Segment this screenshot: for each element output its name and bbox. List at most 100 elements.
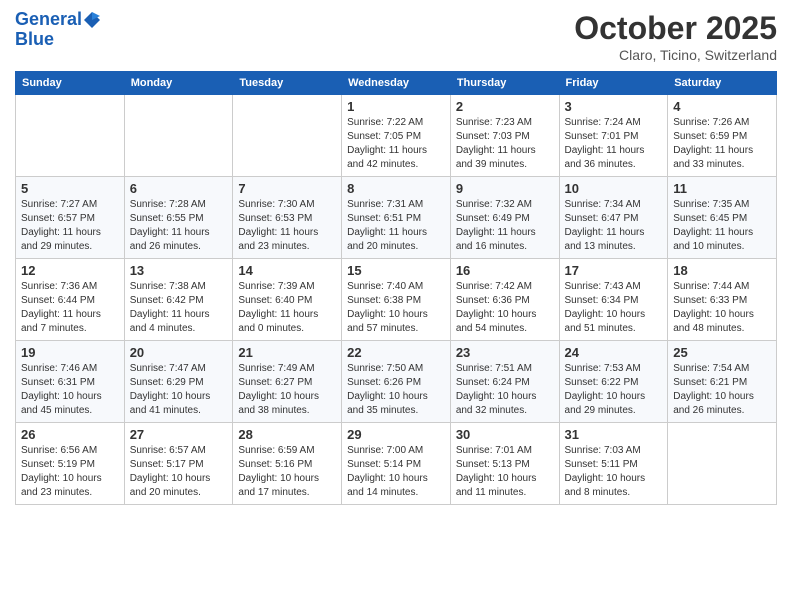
table-row: 12 Sunrise: 7:36 AM Sunset: 6:44 PM Dayli… [16, 259, 125, 341]
table-row: 1 Sunrise: 7:22 AM Sunset: 7:05 PM Daylig… [342, 95, 451, 177]
calendar-week-1: 5Sunrise: 7:27 AM Sunset: 6:57 PM Daylig… [16, 177, 777, 259]
table-row: 2Sunrise: 7:23 AM Sunset: 7:03 PM Daylig… [450, 95, 559, 177]
day-info: Sunrise: 7:28 AM Sunset: 6:55 PM Dayligh… [130, 198, 228, 254]
day-number: 5 [21, 181, 119, 196]
table-row: 19 Sunrise: 7:46 AM Sunset: 6:31 PM Dayli… [16, 341, 125, 423]
table-row: 26 Sunrise: 6:56 AM Sunset: 5:19 PM Dayli… [16, 423, 125, 505]
day-info: Sunrise: 6:56 AM Sunset: 5:19 PM Dayligh… [21, 444, 119, 500]
table-row: 25 Sunrise: 7:54 AM Sunset: 6:21 PM Dayli… [668, 341, 777, 423]
day-number: 27 [130, 427, 228, 442]
day-info: Sunrise: 7:32 AM Sunset: 6:49 PM Dayligh… [456, 198, 554, 254]
day-info: Sunrise: 7:30 AM Sunset: 6:53 PM Dayligh… [238, 198, 336, 254]
table-row: 16Sunrise: 7:42 AM Sunset: 6:36 PM Dayli… [450, 259, 559, 341]
header: General Blue October 2025 Claro, Ticino,… [15, 10, 777, 63]
day-info: Sunrise: 7:03 AM Sunset: 5:11 PM Dayligh… [565, 444, 663, 500]
header-thursday: Thursday [450, 72, 559, 95]
table-row: 4 Sunrise: 7:26 AM Sunset: 6:59 PM Daylig… [668, 95, 777, 177]
day-info: Sunrise: 7:43 AM Sunset: 6:34 PM Dayligh… [565, 280, 663, 336]
day-number: 4 [673, 99, 771, 114]
day-number: 29 [347, 427, 445, 442]
day-number: 11 [673, 181, 771, 196]
table-row [233, 95, 342, 177]
day-number: 23 [456, 345, 554, 360]
table-row [124, 95, 233, 177]
table-row: 5Sunrise: 7:27 AM Sunset: 6:57 PM Daylig… [16, 177, 125, 259]
calendar-table: Sunday Monday Tuesday Wednesday Thursday… [15, 71, 777, 505]
day-number: 17 [565, 263, 663, 278]
header-sunday: Sunday [16, 72, 125, 95]
table-row: 8 Sunrise: 7:31 AM Sunset: 6:51 PM Daylig… [342, 177, 451, 259]
day-number: 30 [456, 427, 554, 442]
day-number: 22 [347, 345, 445, 360]
logo: General Blue [15, 10, 102, 50]
title-block: October 2025 Claro, Ticino, Switzerland [574, 10, 777, 63]
table-row: 21Sunrise: 7:49 AM Sunset: 6:27 PM Dayli… [233, 341, 342, 423]
table-row: 9 Sunrise: 7:32 AM Sunset: 6:49 PM Daylig… [450, 177, 559, 259]
table-row: 14 Sunrise: 7:39 AM Sunset: 6:40 PM Dayli… [233, 259, 342, 341]
table-row: 22Sunrise: 7:50 AM Sunset: 6:26 PM Dayli… [342, 341, 451, 423]
day-number: 19 [21, 345, 119, 360]
day-number: 8 [347, 181, 445, 196]
weekday-header-row: Sunday Monday Tuesday Wednesday Thursday… [16, 72, 777, 95]
day-number: 31 [565, 427, 663, 442]
day-info: Sunrise: 7:22 AM Sunset: 7:05 PM Dayligh… [347, 116, 445, 172]
day-info: Sunrise: 7:24 AM Sunset: 7:01 PM Dayligh… [565, 116, 663, 172]
table-row: 6 Sunrise: 7:28 AM Sunset: 6:55 PM Daylig… [124, 177, 233, 259]
day-number: 9 [456, 181, 554, 196]
day-info: Sunrise: 7:00 AM Sunset: 5:14 PM Dayligh… [347, 444, 445, 500]
day-number: 6 [130, 181, 228, 196]
day-number: 25 [673, 345, 771, 360]
calendar-week-2: 12 Sunrise: 7:36 AM Sunset: 6:44 PM Dayli… [16, 259, 777, 341]
calendar-week-0: 1 Sunrise: 7:22 AM Sunset: 7:05 PM Daylig… [16, 95, 777, 177]
day-info: Sunrise: 7:46 AM Sunset: 6:31 PM Dayligh… [21, 362, 119, 418]
day-info: Sunrise: 7:36 AM Sunset: 6:44 PM Dayligh… [21, 280, 119, 336]
day-info: Sunrise: 6:59 AM Sunset: 5:16 PM Dayligh… [238, 444, 336, 500]
day-number: 18 [673, 263, 771, 278]
logo-general: General [15, 9, 82, 29]
day-number: 26 [21, 427, 119, 442]
day-info: Sunrise: 7:31 AM Sunset: 6:51 PM Dayligh… [347, 198, 445, 254]
table-row: 3 Sunrise: 7:24 AM Sunset: 7:01 PM Daylig… [559, 95, 668, 177]
day-number: 14 [238, 263, 336, 278]
logo-text: General Blue [15, 10, 102, 50]
day-info: Sunrise: 7:23 AM Sunset: 7:03 PM Dayligh… [456, 116, 554, 172]
day-info: Sunrise: 7:26 AM Sunset: 6:59 PM Dayligh… [673, 116, 771, 172]
logo-blue: Blue [15, 29, 54, 49]
day-number: 10 [565, 181, 663, 196]
table-row [668, 423, 777, 505]
day-info: Sunrise: 7:01 AM Sunset: 5:13 PM Dayligh… [456, 444, 554, 500]
calendar-week-3: 19 Sunrise: 7:46 AM Sunset: 6:31 PM Dayli… [16, 341, 777, 423]
day-info: Sunrise: 6:57 AM Sunset: 5:17 PM Dayligh… [130, 444, 228, 500]
table-row: 11Sunrise: 7:35 AM Sunset: 6:45 PM Dayli… [668, 177, 777, 259]
day-number: 12 [21, 263, 119, 278]
table-row: 15 Sunrise: 7:40 AM Sunset: 6:38 PM Dayli… [342, 259, 451, 341]
day-number: 3 [565, 99, 663, 114]
table-row: 27 Sunrise: 6:57 AM Sunset: 5:17 PM Dayli… [124, 423, 233, 505]
day-info: Sunrise: 7:39 AM Sunset: 6:40 PM Dayligh… [238, 280, 336, 336]
table-row: 30 Sunrise: 7:01 AM Sunset: 5:13 PM Dayli… [450, 423, 559, 505]
header-tuesday: Tuesday [233, 72, 342, 95]
month-title: October 2025 [574, 10, 777, 47]
day-number: 15 [347, 263, 445, 278]
day-info: Sunrise: 7:38 AM Sunset: 6:42 PM Dayligh… [130, 280, 228, 336]
day-number: 1 [347, 99, 445, 114]
day-info: Sunrise: 7:40 AM Sunset: 6:38 PM Dayligh… [347, 280, 445, 336]
calendar-page: General Blue October 2025 Claro, Ticino,… [0, 0, 792, 612]
day-number: 13 [130, 263, 228, 278]
day-info: Sunrise: 7:54 AM Sunset: 6:21 PM Dayligh… [673, 362, 771, 418]
day-number: 21 [238, 345, 336, 360]
day-info: Sunrise: 7:53 AM Sunset: 6:22 PM Dayligh… [565, 362, 663, 418]
table-row: 10Sunrise: 7:34 AM Sunset: 6:47 PM Dayli… [559, 177, 668, 259]
logo-content: General Blue [15, 10, 102, 50]
table-row: 28 Sunrise: 6:59 AM Sunset: 5:16 PM Dayli… [233, 423, 342, 505]
day-number: 28 [238, 427, 336, 442]
header-saturday: Saturday [668, 72, 777, 95]
table-row [16, 95, 125, 177]
location-subtitle: Claro, Ticino, Switzerland [574, 47, 777, 63]
table-row: 24Sunrise: 7:53 AM Sunset: 6:22 PM Dayli… [559, 341, 668, 423]
table-row: 7Sunrise: 7:30 AM Sunset: 6:53 PM Daylig… [233, 177, 342, 259]
logo-icon [83, 11, 101, 29]
day-info: Sunrise: 7:51 AM Sunset: 6:24 PM Dayligh… [456, 362, 554, 418]
table-row: 31 Sunrise: 7:03 AM Sunset: 5:11 PM Dayli… [559, 423, 668, 505]
calendar-week-4: 26 Sunrise: 6:56 AM Sunset: 5:19 PM Dayli… [16, 423, 777, 505]
